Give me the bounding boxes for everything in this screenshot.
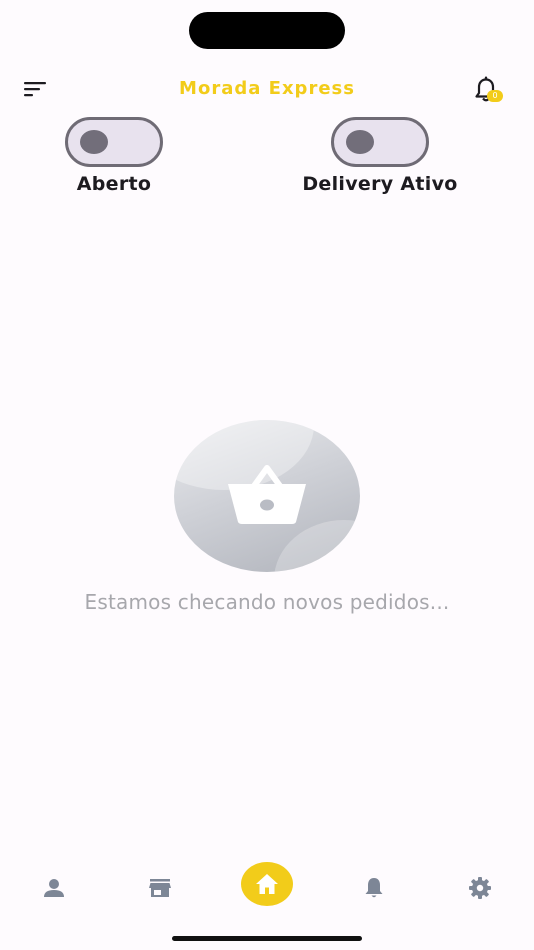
- toggle-knob: [80, 130, 108, 154]
- person-icon: [44, 879, 64, 897]
- nav-profile[interactable]: [40, 874, 68, 902]
- dynamic-island: [189, 12, 345, 49]
- notification-badge: 0: [487, 90, 503, 102]
- gear-icon: [469, 877, 491, 899]
- basket-illustration: [174, 420, 360, 572]
- delivery-toggle-label: Delivery Ativo: [302, 173, 458, 195]
- open-toggle[interactable]: [65, 117, 163, 167]
- toggle-knob: [346, 130, 374, 154]
- home-icon: [256, 874, 278, 894]
- empty-state: Estamos checando novos pedidos...: [0, 420, 534, 614]
- open-toggle-label: Aberto: [76, 173, 152, 195]
- toggle-delivery-group: Delivery Ativo: [280, 117, 480, 195]
- delivery-toggle[interactable]: [331, 117, 429, 167]
- nav-settings[interactable]: [466, 874, 494, 902]
- toggle-open-group: Aberto: [14, 117, 214, 195]
- store-icon: [149, 879, 171, 897]
- bottom-navigation: [0, 860, 534, 916]
- empty-state-message: Estamos checando novos pedidos...: [84, 590, 450, 614]
- nav-home[interactable]: [241, 862, 293, 906]
- app-screen: Morada Express 0 Aberto Delivery Ativo E…: [0, 0, 534, 950]
- home-indicator: [172, 936, 362, 941]
- app-title: Morada Express: [179, 78, 355, 99]
- app-header: Morada Express 0: [0, 70, 534, 110]
- nav-store[interactable]: [146, 874, 174, 902]
- bell-icon: [365, 878, 383, 898]
- basket-icon: [228, 465, 306, 524]
- nav-notifications[interactable]: [360, 874, 388, 902]
- notifications-button[interactable]: 0: [470, 74, 506, 108]
